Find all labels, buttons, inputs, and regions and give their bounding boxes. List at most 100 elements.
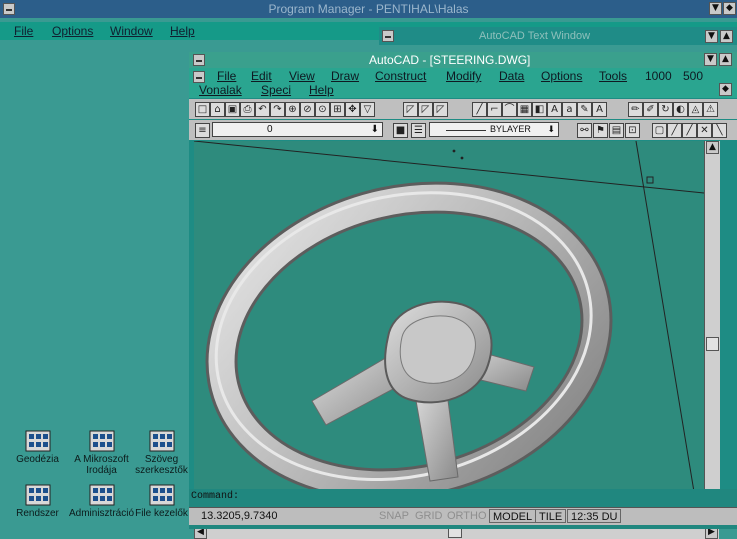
hatch-icon[interactable]: ▦ <box>517 102 532 117</box>
menu-file[interactable]: File <box>14 24 33 38</box>
list-icon[interactable]: ▤ <box>609 123 624 138</box>
dim-linear-icon[interactable]: ◸ <box>403 102 418 117</box>
program-manager-titlebar[interactable]: Program Manager - PENTIHAL\Halas ▼ ◆ <box>0 0 737 18</box>
standard-toolbar: □ ⌂ ▣ ⎙ ↶ ↷ ⊕ ⊘ ⊙ ⊞ ✥ ▽ ◸ ◸ ◸ ╱ ⌐ ⌒ ▦ ◧ … <box>189 99 737 119</box>
drawing-area[interactable] <box>194 141 704 522</box>
pm-restore-button[interactable]: ◆ <box>723 2 736 15</box>
linetype-dropdown[interactable]: BYLAYER ⬇ <box>429 122 559 137</box>
snap-toggle[interactable]: SNAP <box>379 509 409 523</box>
style-icon[interactable]: A <box>592 102 607 117</box>
menu-1000[interactable]: 1000 <box>645 69 672 83</box>
menu-view[interactable]: View <box>289 69 315 83</box>
menu-tools[interactable]: Tools <box>599 69 627 83</box>
menu-help[interactable]: Help <box>170 24 195 38</box>
menu-window[interactable]: Window <box>110 24 153 38</box>
layers-icon[interactable]: ≡ <box>195 123 210 138</box>
menu-data[interactable]: Data <box>499 69 524 83</box>
zoom-previous-icon[interactable]: ⊙ <box>315 102 330 117</box>
vertical-scroll-thumb[interactable] <box>706 337 719 351</box>
document-restore-button[interactable]: ◆ <box>719 83 732 96</box>
fence-select-icon[interactable]: ╱ <box>667 123 682 138</box>
render-icon[interactable]: ◬ <box>688 102 703 117</box>
arc-icon[interactable]: ⌒ <box>502 102 517 117</box>
rotate-icon[interactable]: ↻ <box>658 102 673 117</box>
menu-file[interactable]: File <box>217 69 236 83</box>
crossing-select-icon[interactable]: ╱ <box>682 123 697 138</box>
autocad-window-title: AutoCAD - [STEERING.DWG] <box>369 53 531 67</box>
remove-select-icon[interactable]: ✕ <box>697 123 712 138</box>
text-window-minimize-button[interactable]: ▼ <box>705 30 718 43</box>
block-icon[interactable]: ◧ <box>532 102 547 117</box>
ortho-toggle[interactable]: ORTHO <box>447 509 487 523</box>
layer-value: 0 <box>267 124 273 135</box>
autocad-titlebar[interactable]: AutoCAD - [STEERING.DWG] ▼ ▲ <box>189 52 737 68</box>
text-icon[interactable]: A <box>547 102 562 117</box>
scroll-up-button[interactable]: ▲ <box>706 141 719 154</box>
autocad-system-menu-button[interactable] <box>193 54 205 66</box>
dim-radius-icon[interactable]: ◸ <box>433 102 448 117</box>
shade-icon[interactable]: ◐ <box>673 102 688 117</box>
menu-vonalak[interactable]: Vonalak <box>199 83 242 97</box>
program-group-icon <box>89 484 114 506</box>
polyline-icon[interactable]: ⌐ <box>487 102 502 117</box>
menu-construct[interactable]: Construct <box>375 69 426 83</box>
text-window-titlebar[interactable]: AutoCAD Text Window ▼ ▲ <box>379 27 737 45</box>
zoom-window-icon[interactable]: ⊘ <box>300 102 315 117</box>
menu-500[interactable]: 500 <box>683 69 703 83</box>
document-system-menu-button[interactable] <box>193 71 205 83</box>
linetype-sample <box>446 130 486 131</box>
layer-dropdown[interactable]: 0 ⬇ <box>212 122 383 137</box>
linetype-value: BYLAYER <box>490 124 531 134</box>
menu-options[interactable]: Options <box>541 69 582 83</box>
box-select-icon[interactable]: ▢ <box>652 123 667 138</box>
open-icon[interactable]: ⌂ <box>210 102 225 117</box>
mtext-icon[interactable]: a <box>562 102 577 117</box>
new-icon[interactable]: □ <box>195 102 210 117</box>
menu-edit[interactable]: Edit <box>251 69 272 83</box>
properties-icon[interactable]: ⚑ <box>593 123 608 138</box>
model-toggle[interactable]: MODEL <box>489 509 537 523</box>
command-line[interactable]: Command: <box>191 491 735 503</box>
undo-icon[interactable]: ↶ <box>255 102 270 117</box>
menu-speci[interactable]: Speci <box>261 83 291 97</box>
zoom-realtime-icon[interactable]: ⊕ <box>285 102 300 117</box>
zoom-all-icon[interactable]: ⊞ <box>330 102 345 117</box>
dim-aligned-icon[interactable]: ◸ <box>418 102 433 117</box>
pm-minimize-button[interactable]: ▼ <box>709 2 722 15</box>
last-select-icon[interactable]: ╲ <box>712 123 727 138</box>
named-views-icon[interactable]: ▽ <box>360 102 375 117</box>
tile-toggle[interactable]: TILE <box>535 509 567 523</box>
autocad-maximize-button[interactable]: ▲ <box>719 53 732 66</box>
save-icon[interactable]: ▣ <box>225 102 240 117</box>
steering-wheel-drawing <box>194 141 704 522</box>
distance-icon[interactable]: ⊡ <box>625 123 640 138</box>
print-icon[interactable]: ⎙ <box>240 102 255 117</box>
menu-options[interactable]: Options <box>52 24 93 38</box>
text-window-maximize-button[interactable]: ▲ <box>720 30 733 43</box>
desktop-icon-file-kezelok[interactable]: File kezelők <box>124 484 199 519</box>
text-window-system-menu-button[interactable] <box>382 30 394 42</box>
linetype-icon[interactable]: ☰ <box>411 123 426 138</box>
line-icon[interactable]: ╱ <box>472 102 487 117</box>
color-control-icon[interactable]: ■ <box>393 123 408 138</box>
grid-toggle[interactable]: GRID <box>415 509 443 523</box>
program-group-icon <box>25 484 50 506</box>
warning-icon[interactable]: ⚠ <box>703 102 718 117</box>
chevron-down-icon: ⬇ <box>547 124 555 134</box>
command-area: Command: 13.3205,9.7340 SNAP GRID ORTHO … <box>189 489 737 529</box>
redo-icon[interactable]: ↷ <box>270 102 285 117</box>
pencil-icon[interactable]: ✏ <box>628 102 643 117</box>
brush-icon[interactable]: ✐ <box>643 102 658 117</box>
object-properties-toolbar: ≡ 0 ⬇ ■ ☰ BYLAYER ⬇ ⚯ ⚑ ▤ ⊡ ▢ ╱ ╱ ✕ ╲ <box>189 120 737 140</box>
vertical-scrollbar[interactable]: ▲ ▼ <box>704 141 720 521</box>
menu-modify[interactable]: Modify <box>446 69 481 83</box>
program-group-icon <box>25 430 50 452</box>
match-properties-icon[interactable]: ⚯ <box>577 123 592 138</box>
autocad-minimize-button[interactable]: ▼ <box>704 53 717 66</box>
desktop-icon-szoveg-szerkesztok[interactable]: Szöveg szerkesztők <box>124 430 199 476</box>
menu-help[interactable]: Help <box>309 83 334 97</box>
spell-icon[interactable]: ✎ <box>577 102 592 117</box>
pan-icon[interactable]: ✥ <box>345 102 360 117</box>
menu-draw[interactable]: Draw <box>331 69 359 83</box>
pm-window-title: Program Manager - PENTIHAL\Halas <box>268 2 469 16</box>
